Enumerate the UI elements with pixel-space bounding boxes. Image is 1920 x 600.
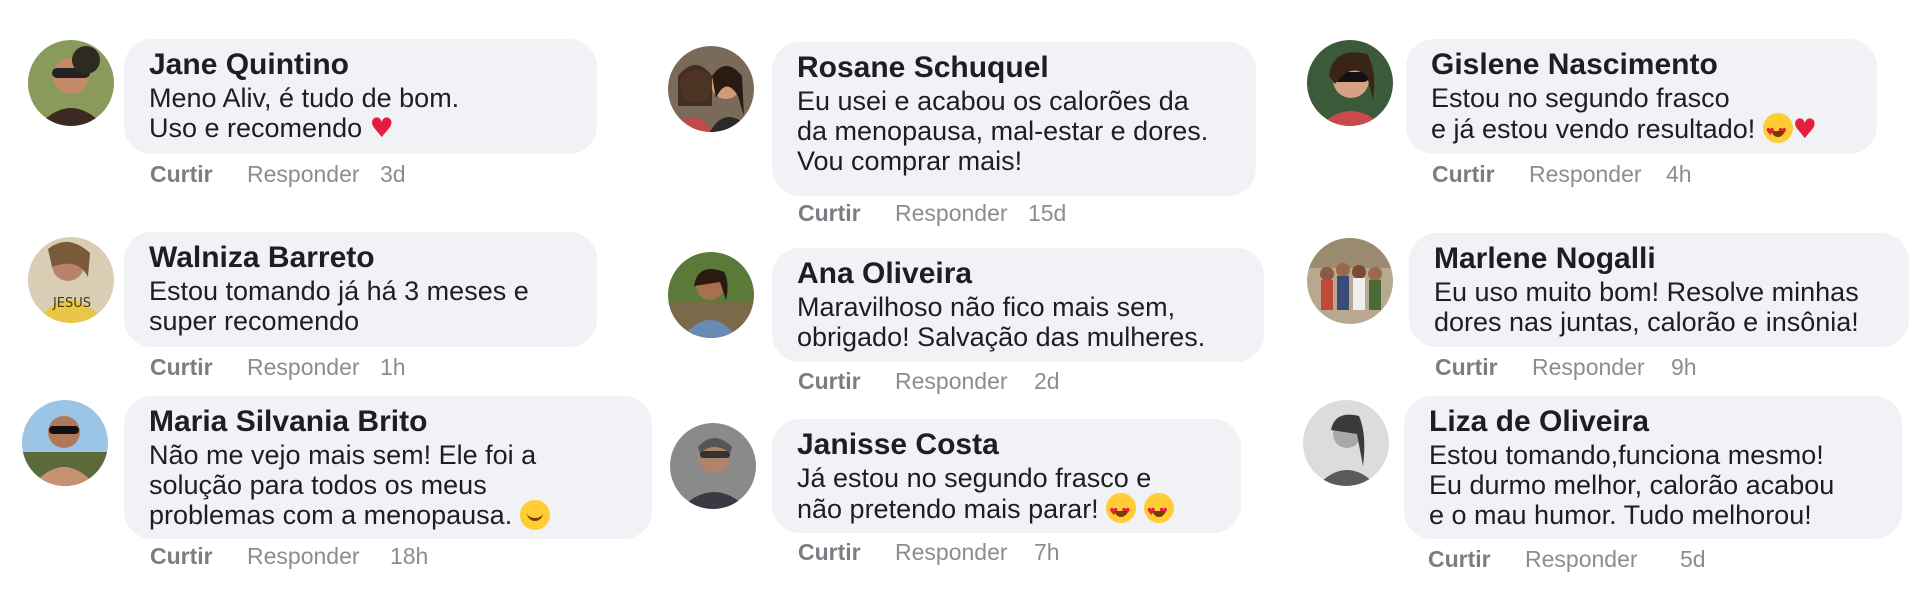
comment-bubble: Liza de Oliveira Estou tomando,funciona … xyxy=(1404,396,1902,539)
like-button[interactable]: Curtir xyxy=(150,354,213,380)
avatar[interactable] xyxy=(22,400,108,486)
like-button[interactable]: Curtir xyxy=(150,161,213,187)
comment-text: não pretendo mais parar! xyxy=(797,493,1217,528)
heart-eyes-icon xyxy=(1762,113,1793,148)
comment-bubble: Walniza Barreto Estou tomando já há 3 me… xyxy=(124,232,597,347)
comment-text: Estou no segundo frasco xyxy=(1431,83,1730,113)
comment-timestamp[interactable]: 15d xyxy=(1028,200,1066,226)
comment-bubble: Marlene Nogalli Eu uso muito bom! Resolv… xyxy=(1409,233,1909,347)
comment-author[interactable]: Jane Quintino xyxy=(149,47,573,83)
avatar[interactable] xyxy=(668,252,754,338)
comment-author[interactable]: Marlene Nogalli xyxy=(1434,241,1885,277)
reply-button[interactable]: Responder xyxy=(247,543,360,569)
comment-text: super recomendo xyxy=(149,306,360,336)
smiling-face-icon xyxy=(519,500,550,530)
comment-bubble: Rosane Schuquel Eu usei e acabou os calo… xyxy=(772,42,1256,196)
comment-actions: Curtir Responder 18h xyxy=(150,543,428,569)
like-button[interactable]: Curtir xyxy=(1428,546,1491,572)
comment-actions: Curtir Responder 7h xyxy=(798,539,1060,565)
heart-eyes-icon xyxy=(1143,493,1174,528)
comment-text: Eu durmo melhor, calorão acabou xyxy=(1429,470,1835,500)
comment-bubble: Jane Quintino Meno Aliv, é tudo de bom. … xyxy=(124,39,597,154)
like-button[interactable]: Curtir xyxy=(798,200,861,226)
avatar[interactable] xyxy=(1307,238,1393,324)
reply-button[interactable]: Responder xyxy=(247,354,360,380)
reply-button[interactable]: Responder xyxy=(1525,546,1638,572)
comment-author[interactable]: Janisse Costa xyxy=(797,427,1217,463)
reply-button[interactable]: Responder xyxy=(895,200,1008,226)
comment-author[interactable]: Ana Oliveira xyxy=(797,256,1240,292)
comment-bubble: Gislene Nascimento Estou no segundo fras… xyxy=(1406,39,1877,154)
comment-text: Uso e recomendo ♥ xyxy=(149,113,394,144)
comment-text: Vou comprar mais! xyxy=(797,146,1023,176)
comment-text: dores nas juntas, calorão e insônia! xyxy=(1434,307,1859,337)
comment-text: da menopausa, mal-estar e dores. xyxy=(797,116,1209,146)
comment-timestamp[interactable]: 2d xyxy=(1034,368,1060,394)
svg-text:JESUS: JESUS xyxy=(52,296,91,311)
comment-timestamp[interactable]: 3d xyxy=(380,161,406,187)
avatar[interactable] xyxy=(1307,40,1393,126)
like-button[interactable]: Curtir xyxy=(1432,161,1495,187)
comment-text: solução para todos os meus xyxy=(149,470,487,500)
comment-author[interactable]: Walniza Barreto xyxy=(149,240,573,276)
comment-author[interactable]: Rosane Schuquel xyxy=(797,50,1232,86)
comment-text: Não me vejo mais sem! Ele foi a xyxy=(149,440,537,470)
reply-button[interactable]: Responder xyxy=(1529,161,1642,187)
reply-button[interactable]: Responder xyxy=(895,368,1008,394)
comment-timestamp[interactable]: 9h xyxy=(1671,354,1697,380)
comment-actions: Curtir Responder 15d xyxy=(798,200,1066,226)
avatar[interactable]: JESUS xyxy=(28,237,114,323)
comment-text: Estou tomando,funciona mesmo! xyxy=(1429,440,1824,470)
heart-icon: ♥ xyxy=(1792,114,1817,145)
comment-actions: Curtir Responder 9h xyxy=(1435,354,1697,380)
comment-text: Maravilhoso não fico mais sem, xyxy=(797,292,1176,322)
heart-icon: ♥ xyxy=(369,113,394,144)
avatar[interactable] xyxy=(28,40,114,126)
comment-actions: Curtir Responder 2d xyxy=(798,368,1060,394)
avatar[interactable] xyxy=(670,423,756,509)
avatar[interactable] xyxy=(1303,400,1389,486)
comment-author[interactable]: Liza de Oliveira xyxy=(1429,404,1878,440)
comment-text: e já estou vendo resultado! ♥ xyxy=(1431,113,1853,148)
reply-button[interactable]: Responder xyxy=(247,161,360,187)
comment-text: Já estou no segundo frasco e xyxy=(797,463,1152,493)
reply-button[interactable]: Responder xyxy=(895,539,1008,565)
like-button[interactable]: Curtir xyxy=(798,368,861,394)
like-button[interactable]: Curtir xyxy=(798,539,861,565)
comment-actions: Curtir Responder 1h xyxy=(150,354,406,380)
like-button[interactable]: Curtir xyxy=(150,543,213,569)
comment-text: e o mau humor. Tudo melhorou! xyxy=(1429,500,1812,530)
comment-bubble: Janisse Costa Já estou no segundo frasco… xyxy=(772,419,1241,533)
comment-text: Estou tomando já há 3 meses e xyxy=(149,276,529,306)
comment-text: problemas com a menopausa. xyxy=(149,500,628,530)
comment-actions: Curtir Responder 4h xyxy=(1432,161,1692,187)
comment-actions: Curtir Responder 3d xyxy=(150,161,406,187)
comment-timestamp[interactable]: 18h xyxy=(390,543,428,569)
comment-text: Eu uso muito bom! Resolve minhas xyxy=(1434,277,1859,307)
comment-bubble: Ana Oliveira Maravilhoso não fico mais s… xyxy=(772,248,1264,362)
heart-eyes-icon xyxy=(1106,493,1137,528)
comment-timestamp[interactable]: 1h xyxy=(380,354,406,380)
reply-button[interactable]: Responder xyxy=(1532,354,1645,380)
comment-author[interactable]: Gislene Nascimento xyxy=(1431,47,1853,83)
comment-text: obrigado! Salvação das mulheres. xyxy=(797,322,1206,352)
avatar[interactable] xyxy=(668,46,754,132)
comment-text: Meno Aliv, é tudo de bom. xyxy=(149,83,460,113)
comment-timestamp[interactable]: 4h xyxy=(1666,161,1692,187)
comment-timestamp[interactable]: 7h xyxy=(1034,539,1060,565)
comment-actions: Curtir Responder 5d xyxy=(1428,546,1706,572)
comment-text: Eu usei e acabou os calorões da xyxy=(797,86,1189,116)
comment-bubble: Maria Silvania Brito Não me vejo mais se… xyxy=(124,396,652,539)
comment-timestamp[interactable]: 5d xyxy=(1680,546,1706,572)
comment-author[interactable]: Maria Silvania Brito xyxy=(149,404,628,440)
like-button[interactable]: Curtir xyxy=(1435,354,1498,380)
